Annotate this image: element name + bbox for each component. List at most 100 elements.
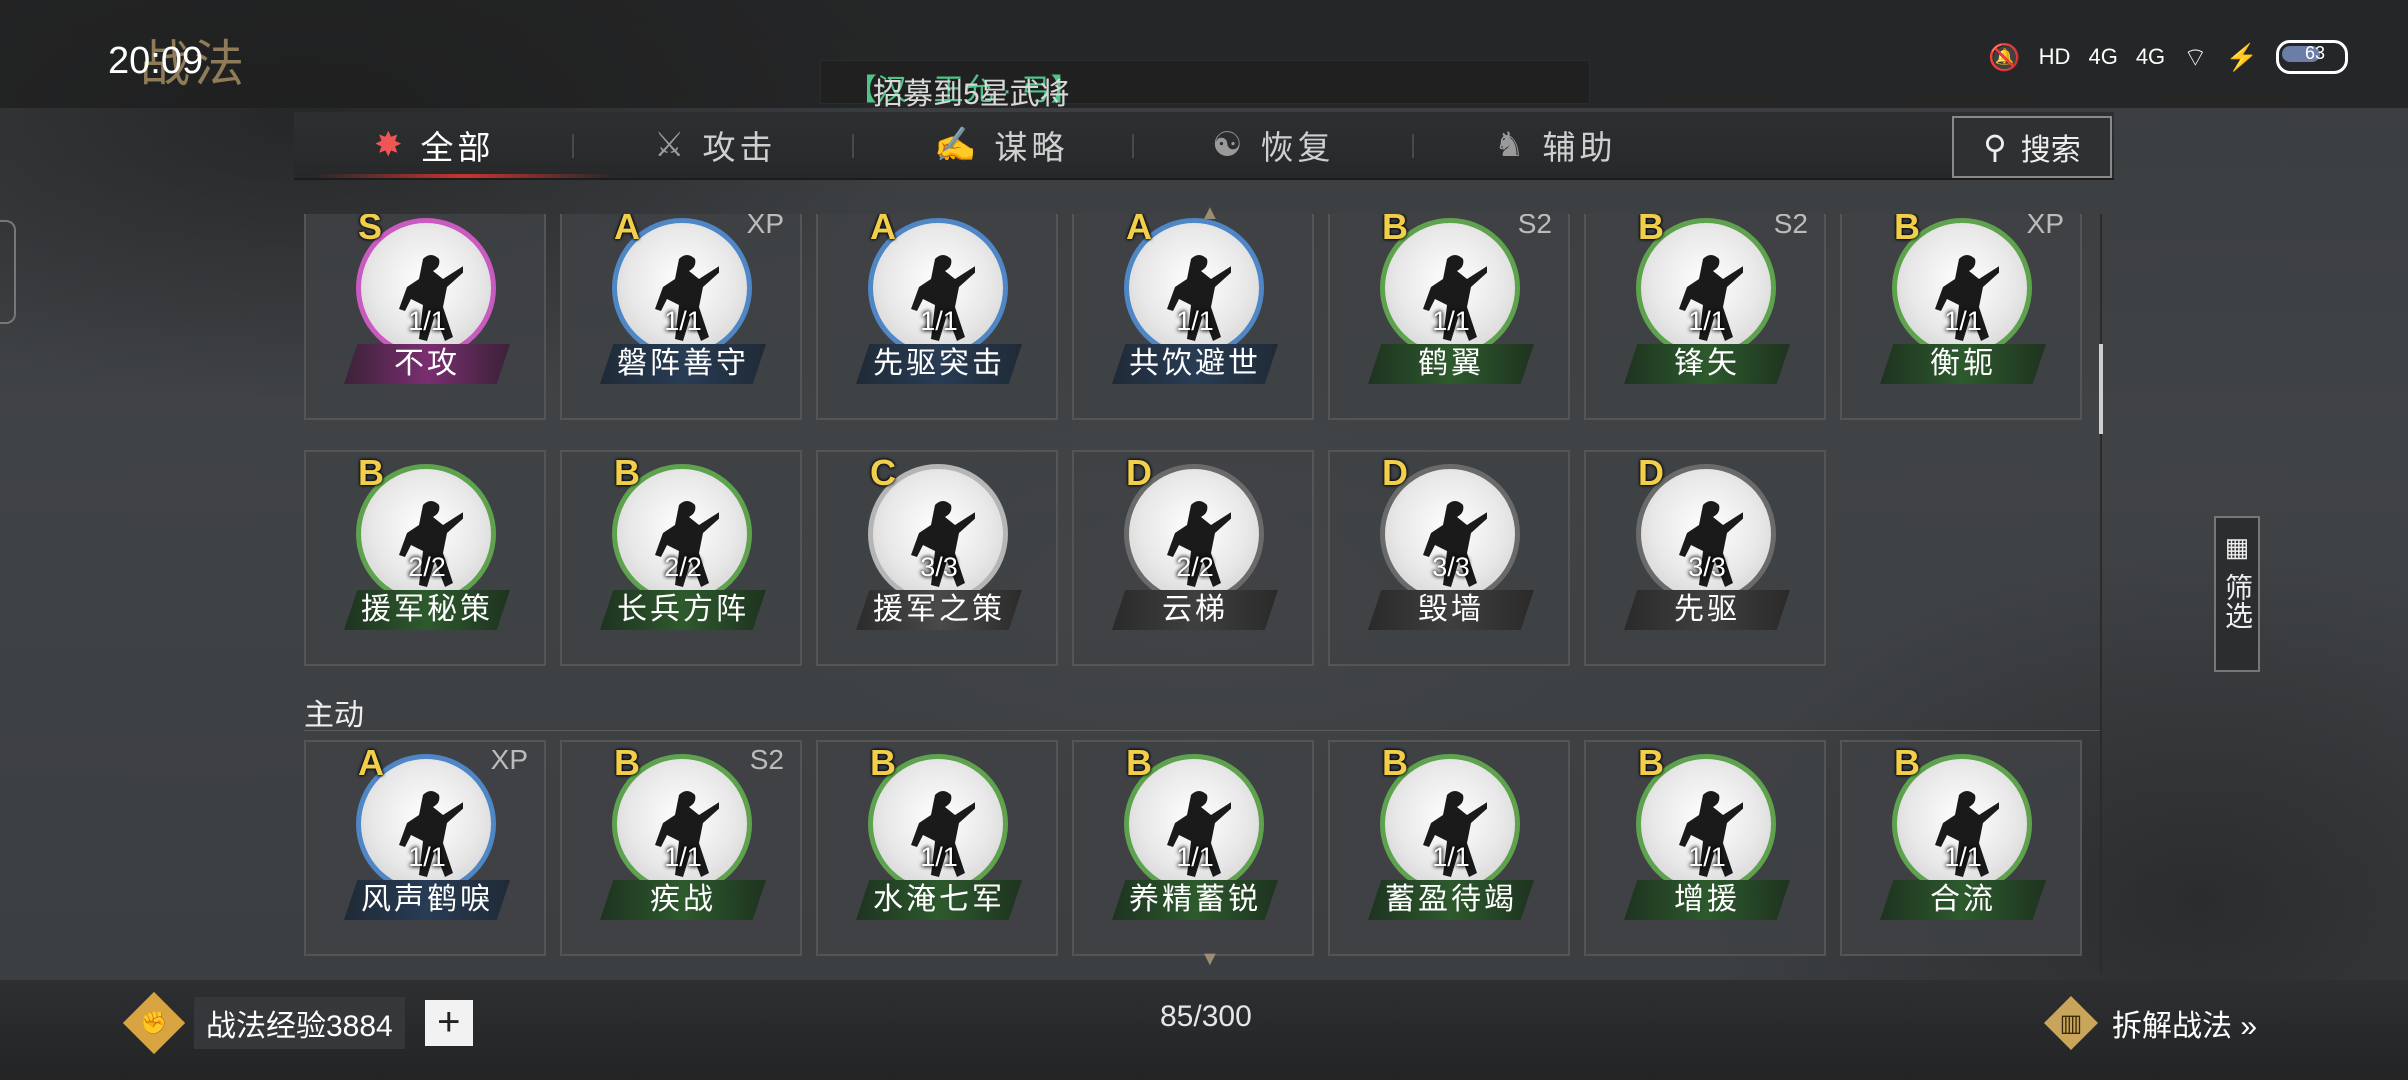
tactic-card[interactable]: B 1/1 增援 bbox=[1584, 740, 1826, 956]
grade-badge: B bbox=[1126, 742, 1152, 783]
grade-badge: D bbox=[1638, 452, 1664, 493]
tactic-card[interactable]: B 2/2 长兵方阵 bbox=[560, 450, 802, 666]
grade-badge: C bbox=[870, 452, 896, 493]
search-icon: ⚲ bbox=[1983, 129, 2007, 165]
tactic-exp: ✊ 战法经验3884 + bbox=[122, 991, 473, 1055]
tab-support[interactable]: ♞ 辅助 bbox=[1494, 112, 1616, 178]
tab-separator bbox=[1412, 134, 1414, 158]
tactic-card[interactable]: C 3/3 援军之策 bbox=[816, 450, 1058, 666]
tab-strategy[interactable]: ✍ 谋略 bbox=[934, 112, 1068, 178]
tactic-name: 衡轭 bbox=[1880, 344, 2046, 384]
tactic-name: 援军之策 bbox=[856, 590, 1022, 630]
tactic-card[interactable]: D 3/3 先驱 bbox=[1584, 450, 1826, 666]
season-tag: XP bbox=[2026, 214, 2064, 239]
tactic-name: 不攻 bbox=[344, 344, 510, 384]
tactic-card[interactable]: B 1/1 蓄盈待竭 bbox=[1328, 740, 1570, 956]
heal-icon: ☯ bbox=[1212, 126, 1247, 164]
charging-icon: ⚡ bbox=[2225, 41, 2258, 72]
tactic-count: 1/1 bbox=[1176, 306, 1214, 336]
grade-badge: A bbox=[1126, 214, 1152, 247]
grade-badge: A bbox=[614, 214, 640, 247]
grade-badge: B bbox=[1894, 742, 1920, 783]
tab-all[interactable]: ✸ 全部 bbox=[374, 112, 495, 178]
grade-badge: B bbox=[614, 742, 640, 783]
add-exp-button[interactable]: + bbox=[424, 1000, 473, 1046]
signal-4g-icon: 4G bbox=[2088, 44, 2118, 69]
grade-badge: B bbox=[1382, 742, 1408, 783]
tactic-card[interactable]: S 1/1 不攻 bbox=[304, 214, 546, 420]
tab-heal[interactable]: ☯ 恢复 bbox=[1212, 112, 1334, 178]
tactic-name: 锋矢 bbox=[1624, 344, 1790, 384]
marquee-text: 招募到5星武将 bbox=[873, 78, 1070, 111]
tactic-name: 合流 bbox=[1880, 880, 2046, 920]
tactic-card[interactable]: B 2/2 援军秘策 bbox=[304, 450, 546, 666]
support-icon: ♞ bbox=[1494, 126, 1529, 164]
tactic-card[interactable]: A XP 1/1 磐阵善守 bbox=[560, 214, 802, 420]
exp-label: 战法经验3884 bbox=[194, 997, 405, 1049]
signal-4g-icon: 4G bbox=[2135, 44, 2166, 69]
tab-separator bbox=[852, 134, 854, 158]
tactic-count: 3/3 bbox=[1688, 552, 1726, 582]
side-drawer-handle[interactable] bbox=[0, 220, 16, 324]
tactic-card[interactable]: B 1/1 养精蓄锐 bbox=[1072, 740, 1314, 956]
grade-badge: D bbox=[1382, 452, 1408, 493]
season-tag: S2 bbox=[1517, 214, 1552, 239]
tactic-card[interactable]: A 1/1 共饮避世 bbox=[1072, 214, 1314, 420]
tactic-count: 1/1 bbox=[1432, 306, 1470, 336]
clock: 20:09 bbox=[108, 40, 204, 82]
tactic-card[interactable]: A 1/1 先驱突击 bbox=[816, 214, 1058, 420]
grade-badge: A bbox=[358, 742, 384, 783]
scroll-up-icon: ▲ bbox=[1200, 202, 1220, 224]
season-tag: S2 bbox=[1773, 214, 1808, 239]
tab-attack[interactable]: ⚔ 攻击 bbox=[654, 112, 776, 178]
tactic-capacity: 85/300 bbox=[1160, 1000, 1252, 1033]
all-icon: ✸ bbox=[374, 126, 407, 164]
scrollbar-track[interactable] bbox=[2100, 214, 2102, 974]
tactic-count: 1/1 bbox=[1688, 842, 1726, 872]
dismantle-tactics-button[interactable]: ▥ 拆解战法 » bbox=[2044, 996, 2257, 1050]
battery-icon: 63 bbox=[2276, 40, 2348, 74]
tactic-count: 1/1 bbox=[408, 306, 446, 336]
tab-separator bbox=[572, 134, 574, 158]
tactic-name: 疾战 bbox=[600, 880, 766, 920]
tactic-card[interactable]: D 2/2 云梯 bbox=[1072, 450, 1314, 666]
filter-button[interactable]: ▦ 筛选 bbox=[2214, 516, 2260, 672]
tactic-name: 鹤翼 bbox=[1368, 344, 1534, 384]
tactic-count: 2/2 bbox=[664, 552, 702, 582]
tactic-card[interactable]: B 1/1 水淹七军 bbox=[816, 740, 1058, 956]
tactic-count: 2/2 bbox=[1176, 552, 1214, 582]
tactic-name: 云梯 bbox=[1112, 590, 1278, 630]
grid-icon: ▦ bbox=[2224, 532, 2250, 562]
tactic-card[interactable]: B S2 1/1 疾战 bbox=[560, 740, 802, 956]
hd-indicator: HD bbox=[2038, 44, 2071, 69]
tactic-card[interactable]: B XP 1/1 衡轭 bbox=[1840, 214, 2082, 420]
tactic-name: 先驱突击 bbox=[856, 344, 1022, 384]
tactic-count: 1/1 bbox=[1176, 842, 1214, 872]
dismantle-icon: ▥ bbox=[2044, 996, 2098, 1050]
scroll-down-icon: ▼ bbox=[1200, 948, 1220, 970]
tactic-card[interactable]: A XP 1/1 风声鹤唳 bbox=[304, 740, 546, 956]
exp-coin-icon: ✊ bbox=[122, 991, 186, 1055]
tactic-count: 1/1 bbox=[1432, 842, 1470, 872]
swords-icon: ⚔ bbox=[654, 126, 689, 164]
tactic-count: 1/1 bbox=[920, 842, 958, 872]
tactic-name: 养精蓄锐 bbox=[1112, 880, 1278, 920]
tactic-card[interactable]: B S2 1/1 锋矢 bbox=[1584, 214, 1826, 420]
grade-badge: B bbox=[614, 452, 640, 493]
tactic-count: 1/1 bbox=[664, 842, 702, 872]
announcement-marquee: 招募到5星武将 【汉 · 王允 · 弓】 bbox=[820, 60, 1590, 111]
tactic-name: 蓄盈待竭 bbox=[1368, 880, 1534, 920]
search-button[interactable]: ⚲ 搜索 bbox=[1952, 116, 2112, 178]
grade-badge: A bbox=[870, 214, 896, 247]
tactic-card[interactable]: B S2 1/1 鹤翼 bbox=[1328, 214, 1570, 420]
season-tag: XP bbox=[490, 744, 528, 775]
tactic-card[interactable]: D 3/3 毁墙 bbox=[1328, 450, 1570, 666]
tactic-card[interactable]: B 1/1 合流 bbox=[1840, 740, 2082, 956]
category-tabs: ✸ 全部 ⚔ 攻击 ✍ 谋略 ☯ 恢复 ♞ 辅助 bbox=[294, 112, 2114, 180]
tactic-count: 2/2 bbox=[408, 552, 446, 582]
tactic-count: 1/1 bbox=[1944, 306, 1982, 336]
grade-badge: B bbox=[358, 452, 384, 493]
scrollbar-thumb[interactable] bbox=[2099, 344, 2103, 434]
tactic-name: 毁墙 bbox=[1368, 590, 1534, 630]
tactic-name: 风声鹤唳 bbox=[344, 880, 510, 920]
